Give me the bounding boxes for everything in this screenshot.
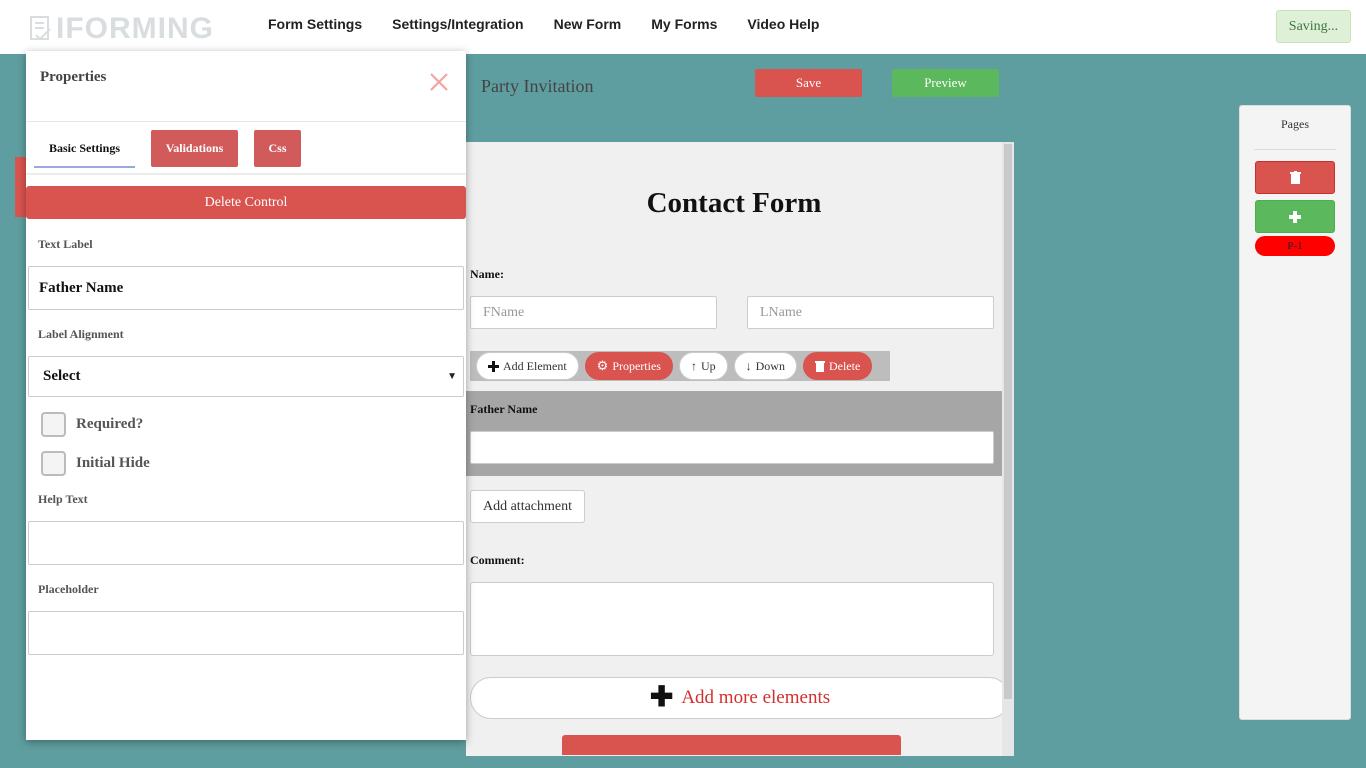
canvas-scrollbar[interactable] [1002, 142, 1014, 756]
nav-my-forms[interactable]: My Forms [651, 16, 717, 32]
placeholder-caption: Placeholder [38, 582, 99, 596]
delete-element-button[interactable]: Delete [802, 352, 873, 380]
selected-field-block[interactable]: Father Name [466, 391, 1002, 476]
placeholder-input[interactable] [28, 611, 464, 655]
add-element-label: Add Element [503, 358, 567, 373]
help-text-caption: Help Text [38, 492, 88, 506]
preview-button[interactable]: Preview [892, 69, 999, 97]
text-label-input[interactable]: Father Name [28, 266, 464, 310]
required-checkbox[interactable] [41, 412, 66, 437]
divider [26, 121, 466, 122]
divider [1254, 149, 1336, 150]
delete-control-button[interactable]: Delete Control [26, 186, 466, 219]
move-up-button[interactable]: ↑ Up [678, 352, 728, 380]
plus-icon: ✚ [649, 682, 674, 713]
chevron-down-icon: ▼ [447, 371, 457, 382]
up-label: Up [700, 358, 716, 373]
initial-hide-label: Initial Hide [76, 455, 150, 471]
element-toolbar: Add Element ⚙ Properties ↑ Up ↓ Down Del… [470, 351, 890, 381]
move-down-button[interactable]: ↓ Down [733, 352, 797, 380]
father-name-input[interactable] [470, 431, 994, 464]
nav-form-settings[interactable]: Form Settings [268, 16, 362, 32]
add-more-elements-button[interactable]: ✚ Add more elements [470, 677, 1010, 719]
arrow-up-icon: ↑ [690, 358, 697, 373]
pages-title: Pages [1281, 117, 1309, 131]
label-alignment-caption: Label Alignment [38, 327, 124, 341]
top-navbar: IFORMING Form Settings Settings/Integrat… [0, 0, 1366, 54]
add-page-button[interactable] [1255, 200, 1335, 233]
plus-icon [1289, 210, 1301, 223]
pages-panel: Pages P-1 [1239, 105, 1351, 720]
required-option: Required? [41, 412, 143, 437]
initial-hide-option: Initial Hide [41, 451, 150, 476]
plus-icon [488, 360, 499, 372]
form-check-icon [30, 16, 51, 41]
name-label: Name: [470, 267, 504, 281]
nav-video-help[interactable]: Video Help [747, 16, 819, 32]
comment-label: Comment: [470, 553, 525, 567]
tab-validations[interactable]: Validations [151, 130, 238, 167]
save-button[interactable]: Save [755, 69, 862, 97]
text-label-value: Father Name [39, 280, 124, 296]
properties-button[interactable]: ⚙ Properties [584, 352, 673, 380]
properties-panel: Properties Basic Settings Validations Cs… [26, 51, 466, 740]
father-name-label: Father Name [470, 402, 538, 416]
required-label: Required? [76, 416, 144, 432]
form-heading: Contact Form [646, 187, 822, 219]
label-alignment-select[interactable]: Select ▼ [28, 356, 464, 397]
tab-css[interactable]: Css [254, 130, 301, 167]
divider [26, 173, 466, 175]
nav-settings-integration[interactable]: Settings/Integration [392, 16, 523, 32]
form-canvas: Contact Form Name: FName LName Add Eleme… [466, 142, 1014, 756]
last-name-input[interactable]: LName [747, 296, 994, 329]
properties-label: Properties [612, 358, 661, 373]
add-element-button[interactable]: Add Element [476, 352, 579, 380]
trash-icon [814, 361, 825, 372]
nav-new-form[interactable]: New Form [554, 16, 622, 32]
arrow-down-icon: ↓ [745, 358, 752, 373]
down-label: Down [755, 358, 785, 373]
saving-status-badge: Saving... [1276, 10, 1351, 43]
trash-icon [1289, 171, 1301, 184]
page-1-tab[interactable]: P-1 [1255, 236, 1335, 256]
comment-textarea[interactable] [470, 582, 994, 656]
logo[interactable]: IFORMING [30, 12, 214, 46]
properties-title: Properties [40, 69, 107, 85]
gear-icon: ⚙ [596, 358, 609, 373]
delete-label: Delete [828, 358, 861, 373]
delete-page-button[interactable] [1255, 161, 1335, 194]
logo-text: IFORMING [56, 12, 214, 45]
first-name-input[interactable]: FName [470, 296, 717, 329]
form-name-title[interactable]: Party Invitation [481, 76, 593, 97]
add-attachment-button[interactable]: Add attachment [470, 490, 585, 523]
text-label-caption: Text Label [38, 237, 93, 251]
tab-basic-settings[interactable]: Basic Settings [34, 131, 135, 168]
main-nav: Form Settings Settings/Integration New F… [268, 16, 819, 32]
initial-hide-checkbox[interactable] [41, 451, 66, 476]
add-more-label: Add more elements [681, 687, 831, 708]
close-icon[interactable] [428, 71, 450, 93]
help-text-input[interactable] [28, 521, 464, 565]
label-alignment-value: Select [43, 368, 81, 384]
submit-button[interactable] [562, 735, 901, 755]
